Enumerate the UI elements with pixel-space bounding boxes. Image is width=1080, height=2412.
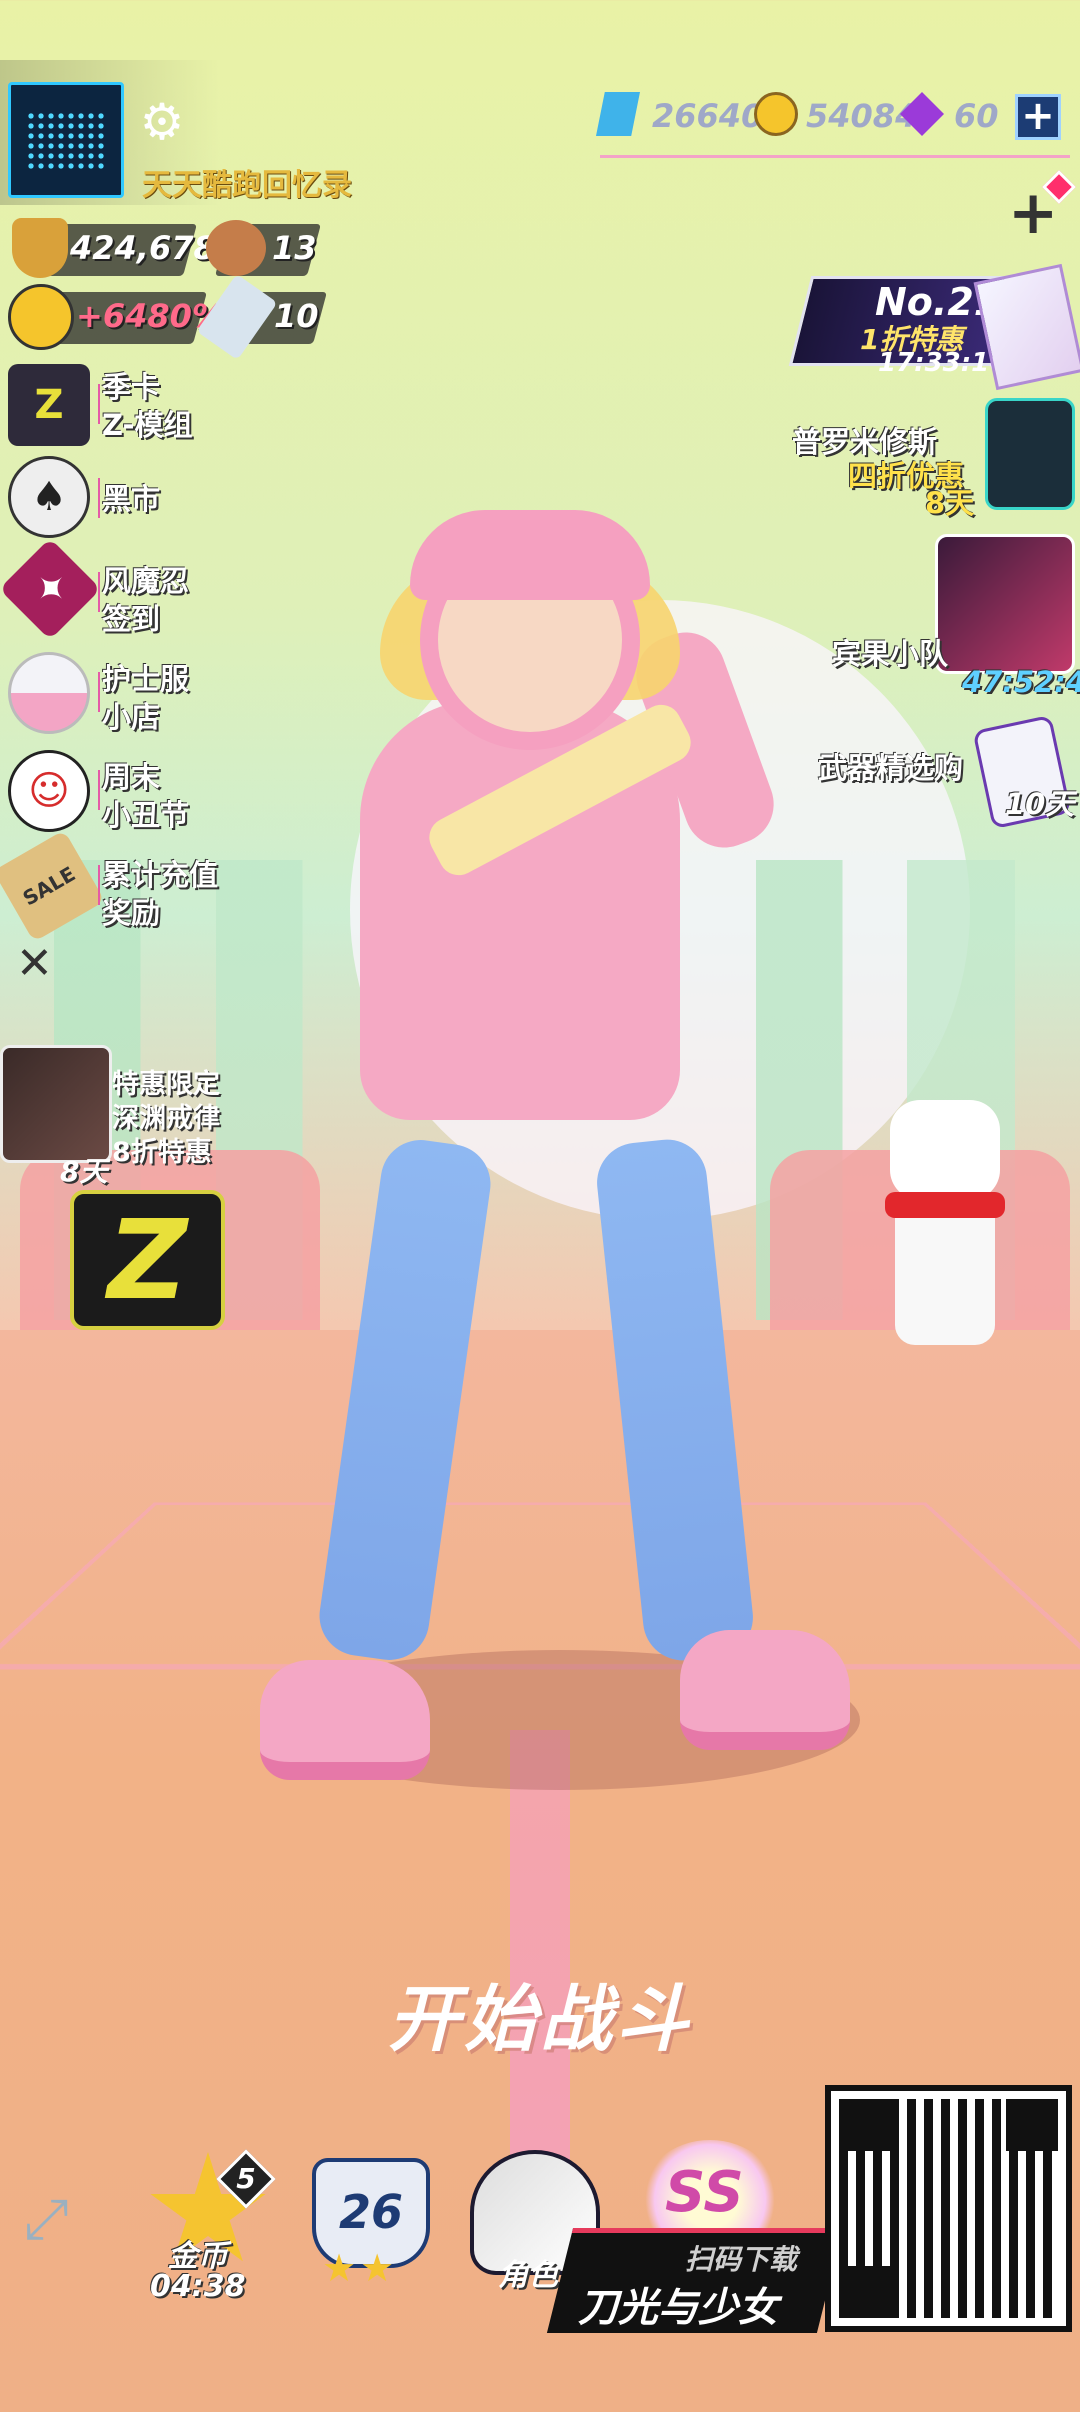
character-shoe-left	[260, 1660, 430, 1780]
recharge-reward-label[interactable]: 累计充值 奖励	[102, 856, 218, 932]
shuriken-icon[interactable]: ✦	[0, 538, 101, 640]
coin-badge: 5	[236, 2162, 256, 2195]
separator	[98, 865, 100, 905]
special-offer-label[interactable]: 特惠限定 深渊戒律 8折特惠	[112, 1068, 220, 1170]
weapon-count: 10	[274, 297, 319, 335]
coin-timer-label: 金币 04:38	[150, 2239, 246, 2304]
coin-count: 54084	[806, 97, 918, 135]
role-label: 角色	[498, 2258, 558, 2293]
settings-gear-icon[interactable]: ⚙	[135, 95, 189, 149]
nurse-character[interactable]	[220, 500, 860, 1860]
ad-game-title: 刀光与少女	[578, 2285, 778, 2331]
character-leg-right	[593, 1135, 757, 1665]
collapse-close-icon[interactable]: ✕	[16, 938, 53, 989]
gem-icon	[596, 92, 640, 136]
separator	[98, 672, 100, 712]
ad-scan-download: 扫码下载	[685, 2243, 798, 2276]
sword-icon	[196, 273, 278, 361]
nurse-shop-label[interactable]: 护士服 小店	[102, 660, 189, 736]
top-divider	[600, 155, 1070, 158]
black-market-label[interactable]: 黑市	[102, 480, 160, 518]
bear-head	[890, 1100, 1000, 1200]
weapon-pick-days: 10天	[1005, 787, 1075, 821]
player-level: 26	[338, 2185, 403, 2239]
trophy-icon	[12, 218, 68, 278]
squad-timer: 47:52:44	[962, 665, 1080, 699]
prometheus-helmet-icon[interactable]	[985, 398, 1075, 510]
z-module-box-icon[interactable]: Z	[70, 1190, 225, 1330]
coin-icon	[754, 92, 798, 136]
weapon-pick-label[interactable]: 武器精选购	[818, 750, 963, 786]
bear-count: 13	[272, 229, 317, 267]
clown-icon[interactable]: ☺	[8, 750, 90, 832]
ninja-checkin-label[interactable]: 风魔忍 签到	[102, 562, 189, 638]
prometheus-days: 8天	[925, 486, 975, 520]
separator	[98, 770, 100, 810]
bear-face-icon	[206, 220, 266, 276]
ss-rank-button[interactable]: SS	[665, 2160, 744, 2225]
token-count: 60	[954, 97, 999, 135]
qr-pattern	[839, 2099, 1058, 2318]
start-battle-button[interactable]: 开始战斗	[370, 1960, 710, 2065]
gem-count: 26640	[652, 97, 764, 135]
offer-days: 8天	[60, 1155, 108, 1188]
bear-pet[interactable]	[870, 1100, 1020, 1350]
qr-code[interactable]	[825, 2085, 1072, 2332]
add-currency-button[interactable]: +	[1015, 94, 1061, 140]
bear-scarf	[885, 1192, 1005, 1218]
separator	[98, 384, 100, 424]
squad-portrait-icon[interactable]	[935, 534, 1075, 674]
spade-card-icon[interactable]: ♠	[8, 456, 90, 538]
pixel-invader-icon	[26, 111, 106, 169]
trophy-count: 424,678	[70, 229, 216, 267]
offer-character-portrait[interactable]	[0, 1045, 112, 1163]
player-name: 天天酷跑回忆录	[142, 168, 352, 203]
character-leg-left	[314, 1134, 496, 1666]
separator	[98, 572, 100, 612]
capsule-icon[interactable]	[8, 652, 90, 734]
smiley-boost-icon	[8, 284, 74, 350]
z-card-icon[interactable]: Z	[8, 364, 90, 446]
separator	[98, 478, 100, 518]
fullscreen-expand-icon[interactable]: ⤢	[24, 2190, 84, 2250]
clown-festival-label[interactable]: 周末 小丑节	[102, 758, 189, 834]
prometheus-label[interactable]: 普罗米修斯	[792, 424, 937, 460]
character-shoe-right	[680, 1630, 850, 1750]
level-stars: ★★	[322, 2246, 399, 2290]
season-card-label[interactable]: 季卡 Z-模组	[102, 368, 193, 444]
player-avatar[interactable]	[8, 82, 124, 198]
squad-label[interactable]: 宾果小队	[832, 636, 948, 672]
character-nurse-hat	[410, 510, 650, 600]
